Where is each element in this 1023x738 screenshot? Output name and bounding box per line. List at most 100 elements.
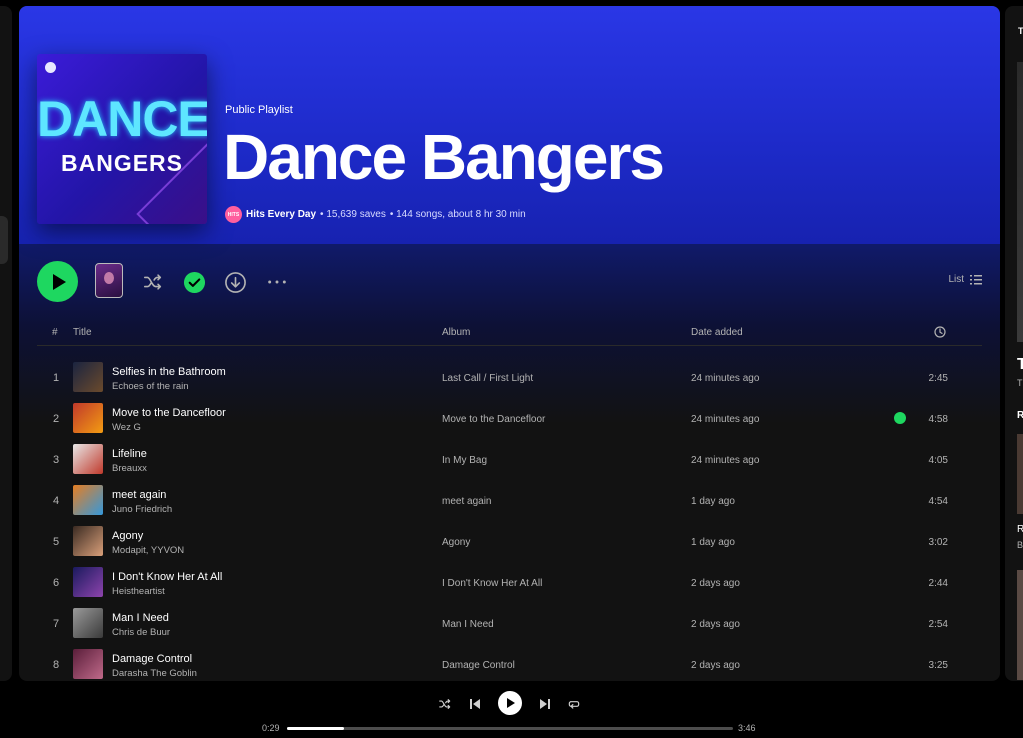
track-number: 5 — [52, 536, 60, 548]
track-artwork[interactable] — [73, 362, 103, 392]
play-button[interactable] — [37, 261, 78, 302]
track-duration: 4:05 — [928, 455, 948, 466]
shuffle-button[interactable] — [141, 270, 165, 294]
now-playing-panel: T T T R R B — [1005, 6, 1023, 681]
track-title[interactable]: Move to the Dancefloor — [112, 407, 226, 419]
owner-avatar[interactable]: HITS — [225, 206, 242, 223]
track-title[interactable]: Agony — [112, 530, 143, 542]
playlist-cover[interactable]: DANCE BANGERS — [37, 54, 207, 224]
left-sidebar-collapsed — [0, 6, 12, 681]
cover-text-bangers: BANGERS — [60, 150, 183, 176]
track-number: 7 — [52, 618, 60, 630]
track-artwork[interactable] — [73, 649, 103, 679]
track-row[interactable]: 6 I Don't Know Her At All Heistheartist I D… — [37, 562, 982, 603]
play-icon — [53, 273, 66, 290]
track-title[interactable]: meet again — [112, 489, 166, 501]
track-row[interactable]: 7 Man I Need Chris de Buur Man I Need 2 days… — [37, 603, 982, 644]
track-album[interactable]: Man I Need — [442, 619, 494, 630]
column-title[interactable]: Title — [73, 327, 92, 338]
playlist-title[interactable]: Dance Bangers — [223, 123, 665, 191]
track-title[interactable]: Selfies in the Bathroom — [112, 366, 226, 378]
previous-button[interactable] — [466, 695, 484, 713]
track-title[interactable]: Man I Need — [112, 612, 169, 624]
panel-track-artist[interactable]: T — [1017, 378, 1023, 388]
check-circle-icon — [183, 271, 205, 293]
next-button[interactable] — [536, 695, 554, 713]
track-album[interactable]: In My Bag — [442, 455, 487, 466]
download-button[interactable] — [223, 270, 247, 294]
playback-controls — [434, 691, 584, 717]
view-label: List — [948, 274, 964, 285]
track-number: 4 — [52, 495, 60, 507]
play-pause-button[interactable] — [498, 691, 522, 715]
more-horizontal-icon — [268, 280, 286, 284]
skip-previous-icon — [470, 699, 480, 709]
track-row[interactable]: 4 meet again Juno Friedrich meet again 1 day… — [37, 480, 982, 521]
track-artwork[interactable] — [73, 608, 103, 638]
track-artist[interactable]: Darasha The Goblin — [112, 668, 197, 679]
track-row[interactable]: 3 Lifeline Breauxx In My Bag 24 minutes ago 4… — [37, 439, 982, 480]
track-title[interactable]: I Don't Know Her At All — [112, 571, 222, 583]
track-album[interactable]: Last Call / First Light — [442, 373, 533, 384]
track-album[interactable]: meet again — [442, 496, 491, 507]
download-icon — [224, 271, 246, 293]
action-bar: List — [37, 260, 982, 304]
playlist-meta: HITS Hits Every Day • 15,639 saves • 144… — [225, 206, 526, 223]
track-artwork[interactable] — [73, 526, 103, 556]
play-icon — [507, 698, 515, 708]
track-artwork[interactable] — [73, 403, 103, 433]
track-album[interactable]: Move to the Dancefloor — [442, 414, 545, 425]
track-duration: 2:54 — [928, 619, 948, 630]
owner-link[interactable]: Hits Every Day — [246, 209, 316, 220]
track-row[interactable]: 2 Move to the Dancefloor Wez G Move to the … — [37, 398, 982, 439]
track-artist[interactable]: Chris de Buur — [112, 627, 170, 638]
track-row[interactable]: 1 Selfies in the Bathroom Echoes of the ra… — [37, 357, 982, 398]
panel-section-heading: R — [1017, 410, 1023, 421]
track-number: 8 — [52, 659, 60, 671]
playlist-type: Public Playlist — [225, 104, 293, 116]
track-artwork[interactable] — [73, 444, 103, 474]
column-date-added[interactable]: Date added — [691, 327, 743, 338]
shuffle-toggle[interactable] — [436, 695, 454, 713]
saved-check-icon[interactable] — [894, 412, 906, 424]
track-artist[interactable]: Echoes of the rain — [112, 381, 189, 392]
panel-related-title[interactable]: R — [1017, 524, 1023, 535]
track-artist[interactable]: Breauxx — [112, 463, 147, 474]
track-album[interactable]: Agony — [442, 537, 470, 548]
track-album[interactable]: I Don't Know Her At All — [442, 578, 542, 589]
panel-heading: T — [1018, 26, 1023, 36]
clock-icon — [934, 326, 946, 338]
preview-video-thumbnail[interactable] — [95, 263, 123, 298]
track-table-header: # Title Album Date added — [37, 321, 982, 346]
track-artwork[interactable] — [73, 485, 103, 515]
panel-related-image[interactable] — [1017, 434, 1023, 514]
more-options-button[interactable] — [265, 270, 289, 294]
view-toggle[interactable]: List — [948, 274, 982, 285]
track-artwork[interactable] — [73, 567, 103, 597]
track-duration: 2:44 — [928, 578, 948, 589]
track-row[interactable]: 5 Agony Modapit, YYVON Agony 1 day ago 3:02 — [37, 521, 982, 562]
track-album[interactable]: Damage Control — [442, 660, 515, 671]
repeat-icon — [568, 701, 580, 709]
track-date-added: 1 day ago — [691, 496, 735, 507]
total-time: 3:46 — [738, 723, 756, 733]
repeat-toggle[interactable] — [565, 695, 583, 713]
column-duration[interactable] — [934, 326, 946, 341]
sidebar-resize-handle[interactable] — [0, 216, 8, 264]
track-duration: 4:54 — [928, 496, 948, 507]
track-artist[interactable]: Wez G — [112, 422, 141, 433]
track-row[interactable]: 8 Damage Control Darasha The Goblin Damage … — [37, 644, 982, 681]
panel-related-image-2[interactable] — [1017, 570, 1023, 680]
track-artist[interactable]: Modapit, YYVON — [112, 545, 184, 556]
column-album[interactable]: Album — [442, 327, 470, 338]
panel-artwork[interactable] — [1017, 62, 1023, 342]
panel-track-title[interactable]: T — [1017, 356, 1023, 374]
track-title[interactable]: Lifeline — [112, 448, 147, 460]
progress-bar[interactable] — [287, 727, 733, 730]
column-number[interactable]: # — [52, 327, 58, 338]
track-artist[interactable]: Heistheartist — [112, 586, 165, 597]
track-title[interactable]: Damage Control — [112, 653, 192, 665]
track-artist[interactable]: Juno Friedrich — [112, 504, 172, 515]
saved-to-library-button[interactable] — [182, 270, 206, 294]
list-icon — [970, 274, 982, 284]
